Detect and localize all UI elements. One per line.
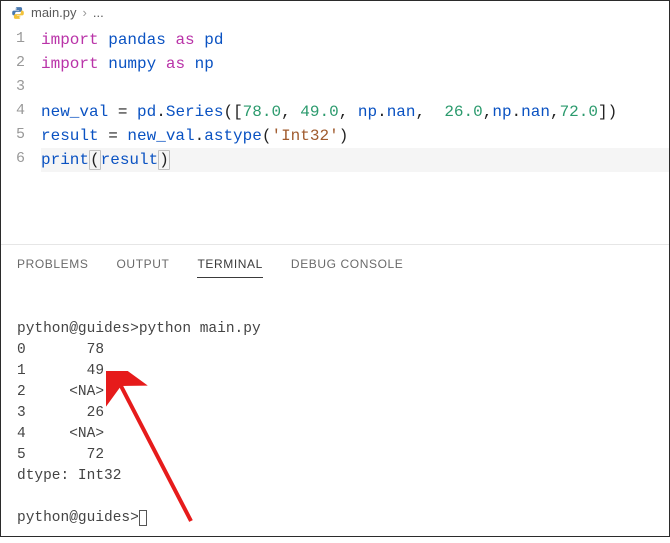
line-number: 5 bbox=[1, 124, 41, 147]
code-line: 5 result = new_val.astype('Int32') bbox=[1, 124, 669, 148]
code-line: 4 new_val = pd.Series([78.0, 49.0, np.na… bbox=[1, 100, 669, 124]
line-number: 3 bbox=[1, 76, 41, 99]
breadcrumb-file[interactable]: main.py bbox=[31, 5, 77, 20]
code-line: 2 import numpy as np bbox=[1, 52, 669, 76]
code-content[interactable]: import pandas as pd bbox=[41, 28, 669, 52]
breadcrumb-separator: › bbox=[83, 5, 87, 20]
code-content[interactable] bbox=[41, 76, 669, 100]
code-content[interactable]: print(result) bbox=[41, 148, 669, 172]
code-editor[interactable]: 1 import pandas as pd 2 import numpy as … bbox=[1, 24, 669, 184]
line-number: 1 bbox=[1, 28, 41, 51]
tab-problems[interactable]: PROBLEMS bbox=[17, 257, 89, 278]
breadcrumb: main.py › ... bbox=[1, 1, 669, 24]
terminal-line: 3 26 bbox=[17, 405, 104, 421]
breadcrumb-more[interactable]: ... bbox=[93, 5, 104, 20]
python-file-icon bbox=[11, 6, 25, 20]
panel-tabs: PROBLEMS OUTPUT TERMINAL DEBUG CONSOLE bbox=[1, 244, 669, 284]
terminal-line: dtype: Int32 bbox=[17, 468, 121, 484]
terminal-line: 4 <NA> bbox=[17, 426, 104, 442]
terminal-output[interactable]: python@guides>python main.py 0 78 1 49 2… bbox=[1, 284, 669, 543]
terminal-line: 5 72 bbox=[17, 447, 104, 463]
code-content[interactable]: new_val = pd.Series([78.0, 49.0, np.nan,… bbox=[41, 100, 669, 124]
code-line-active: 6 print(result) bbox=[1, 148, 669, 172]
line-number: 6 bbox=[1, 148, 41, 171]
tab-terminal[interactable]: TERMINAL bbox=[197, 257, 262, 278]
code-line: 1 import pandas as pd bbox=[1, 28, 669, 52]
line-number: 4 bbox=[1, 100, 41, 123]
code-content[interactable]: import numpy as np bbox=[41, 52, 669, 76]
terminal-cursor bbox=[139, 510, 147, 526]
terminal-line: 0 78 bbox=[17, 342, 104, 358]
terminal-line: 2 <NA> bbox=[17, 384, 104, 400]
tab-debug-console[interactable]: DEBUG CONSOLE bbox=[291, 257, 404, 278]
tab-output[interactable]: OUTPUT bbox=[117, 257, 170, 278]
code-line: 3 bbox=[1, 76, 669, 100]
terminal-line: python@guides>python main.py bbox=[17, 321, 261, 337]
code-content[interactable]: result = new_val.astype('Int32') bbox=[41, 124, 669, 148]
line-number: 2 bbox=[1, 52, 41, 75]
terminal-prompt: python@guides> bbox=[17, 510, 139, 526]
terminal-line: 1 49 bbox=[17, 363, 104, 379]
